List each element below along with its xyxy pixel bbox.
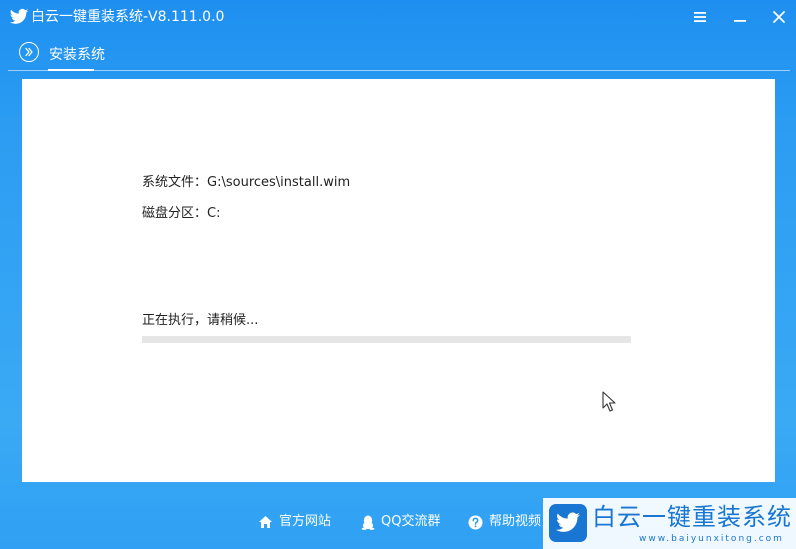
menu-icon bbox=[694, 12, 706, 22]
progress-bar bbox=[142, 336, 631, 343]
help-circle-icon bbox=[468, 515, 483, 529]
qq-penguin-icon bbox=[361, 515, 375, 530]
watermark-url: www.baiyunxitong.com bbox=[639, 534, 784, 544]
system-file-row: 系统文件：G:\sources\install.wim bbox=[142, 175, 350, 191]
watermark-title: 白云一键重装系统 bbox=[592, 503, 792, 531]
minimize-button[interactable] bbox=[728, 6, 752, 28]
home-icon bbox=[259, 516, 272, 528]
bird-logo-icon bbox=[9, 8, 29, 26]
qq-group-link[interactable]: QQ交流群 bbox=[361, 513, 440, 531]
close-button[interactable] bbox=[767, 6, 791, 28]
qq-group-label: QQ交流群 bbox=[381, 514, 441, 529]
disk-partition-value: C: bbox=[207, 206, 221, 221]
nav-divider bbox=[8, 70, 790, 71]
official-site-link[interactable]: 官方网站 bbox=[258, 513, 331, 531]
official-site-label: 官方网站 bbox=[279, 514, 332, 529]
help-video-label: 帮助视频 bbox=[489, 514, 542, 529]
double-chevron-right-icon bbox=[19, 42, 39, 62]
tab-install-system[interactable]: 安装系统 bbox=[49, 46, 105, 64]
disk-partition-row: 磁盘分区：C: bbox=[142, 206, 220, 222]
close-icon bbox=[773, 11, 785, 23]
status-text: 正在执行，请稍候... bbox=[142, 313, 259, 328]
help-video-link[interactable]: 帮助视频 bbox=[468, 513, 541, 531]
watermark: 白云一键重装系统 www.baiyunxitong.com bbox=[543, 498, 796, 549]
window-title: 白云一键重装系统-V8.111.0.0 bbox=[31, 9, 225, 25]
menu-button[interactable] bbox=[688, 6, 712, 28]
watermark-logo-icon bbox=[549, 504, 587, 542]
main-panel: 系统文件：G:\sources\install.wim 磁盘分区：C: 正在执行… bbox=[22, 79, 775, 482]
mouse-cursor-icon bbox=[602, 391, 616, 412]
system-file-value: G:\sources\install.wim bbox=[207, 175, 351, 190]
disk-partition-label: 磁盘分区： bbox=[142, 206, 208, 221]
minimize-icon bbox=[734, 20, 746, 22]
nav-bar: 安装系统 bbox=[0, 38, 796, 72]
system-file-label: 系统文件： bbox=[142, 175, 208, 190]
title-bar: 白云一键重装系统-V8.111.0.0 bbox=[0, 0, 796, 34]
